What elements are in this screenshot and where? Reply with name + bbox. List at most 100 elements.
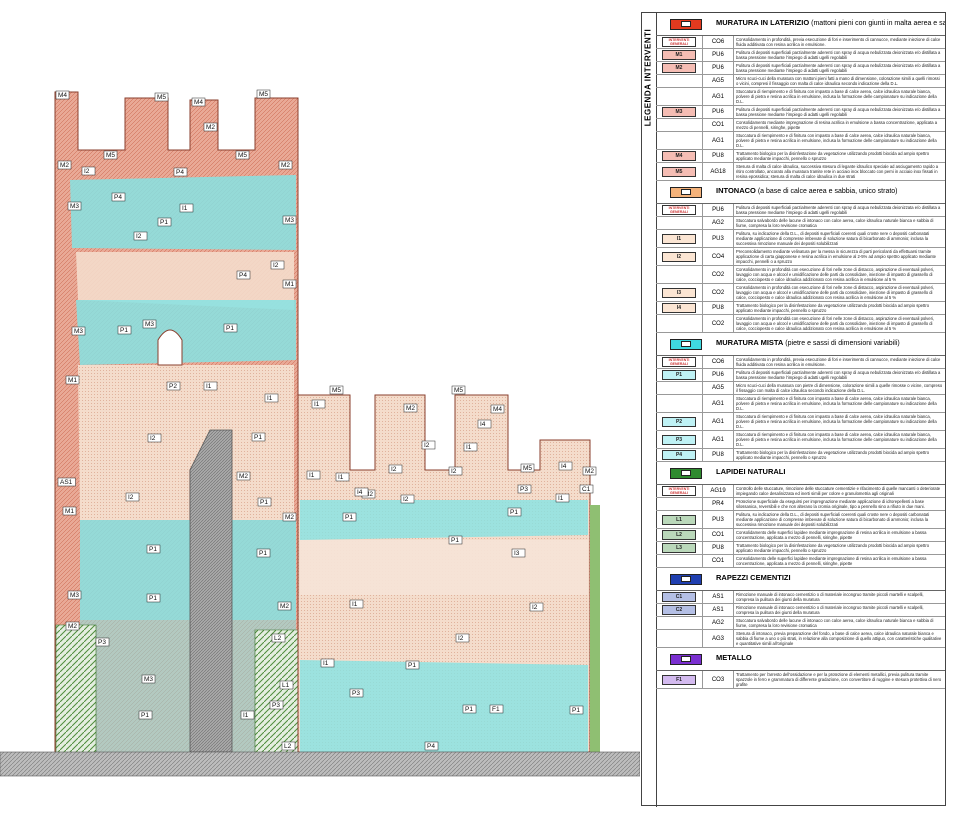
legend-row-swatch-cell: INTERVENTI GENERALI — [656, 36, 703, 48]
intervention-tag: M2 — [236, 471, 251, 481]
svg-text:I2: I2 — [424, 442, 430, 449]
legend-row-description: Pulitura di depositi superficiali parzia… — [736, 50, 941, 60]
svg-text:M5: M5 — [259, 91, 268, 98]
legend-row: AG1 Stuccatura di riempimento e di finitu… — [656, 132, 945, 150]
svg-text:I2: I2 — [451, 468, 457, 475]
svg-text:M5: M5 — [332, 387, 341, 394]
legend-section-swatch: M — [670, 19, 702, 30]
legend-row-swatch: M4 — [662, 151, 696, 161]
svg-text:P3: P3 — [352, 690, 360, 697]
svg-text:P1: P1 — [120, 327, 128, 334]
legend-panel: LEGENDA INTERVENTI M MURATURA IN LATERIZI… — [641, 12, 946, 807]
legend-row-swatch: I3 — [662, 287, 696, 298]
intervention-tag: P1 — [405, 660, 420, 670]
intervention-tag: I3 — [511, 548, 526, 558]
legend-row-code: AG19 — [703, 485, 734, 497]
svg-text:I3: I3 — [514, 550, 520, 557]
legend-row: M5 AG18 Stesura di malta di calce idraulic… — [656, 163, 945, 181]
svg-text:L2: L2 — [274, 635, 282, 642]
legend-row-swatch: P2 — [662, 416, 696, 427]
intervention-tag: M2 — [582, 466, 597, 476]
legend-row-swatch-cell: M3 — [656, 106, 703, 118]
legend-row: L2 CO1 Consolidamento delle superfici lapi… — [656, 529, 945, 542]
intervention-tag: I2 — [125, 492, 140, 502]
intervention-tag: M4 — [191, 97, 206, 107]
svg-text:I1: I1 — [206, 383, 212, 390]
intervention-tag: I2 — [448, 466, 463, 476]
legend-section-header: F METALLO — [656, 648, 945, 671]
legend-row-swatch-cell: M5 — [656, 163, 703, 180]
legend-row-description: Protezione superficiale da eseguirsi per… — [736, 499, 925, 509]
legend-row-description: Preconsolidamento mediante velinatura pe… — [736, 249, 936, 264]
legend-row-swatch-cell: M4 — [656, 150, 703, 162]
intervention-tag: M5 — [520, 463, 535, 473]
legend-row-swatch: F1 — [662, 674, 696, 685]
intervention-tag: P3 — [349, 688, 364, 698]
legend-section-header: C RAPEZZI CEMENTIZI — [656, 568, 945, 591]
legend-row-swatch-cell — [656, 382, 703, 394]
svg-text:I4: I4 — [480, 421, 486, 428]
svg-text:P1: P1 — [160, 219, 168, 226]
legend-row: F1 CO3 Trattamento per l'arresto dell'ossi… — [656, 671, 945, 689]
svg-text:M2: M2 — [406, 405, 415, 412]
svg-text:P1: P1 — [465, 706, 473, 713]
intervention-tag: M3 — [67, 590, 82, 600]
legend-row: P2 AG1 Stuccatura di riempimento e di fini… — [656, 413, 945, 431]
intervention-tag: M3 — [282, 215, 297, 225]
legend-row-description: Stuccatura salvabordo delle lacune di in… — [736, 618, 934, 628]
intervention-tag: M5 — [154, 92, 169, 102]
legend-row-swatch: INTERVENTI GENERALI — [662, 357, 696, 367]
legend-row-swatch-cell: P2 — [656, 413, 703, 430]
legend-row: M4 PU8 Trattamento biologico per la disinf… — [656, 150, 945, 163]
legend-row-description: Stuccatura di riempimento e di finitura … — [736, 432, 937, 447]
svg-text:M4: M4 — [194, 99, 203, 106]
curtain-wall — [297, 394, 600, 753]
svg-text:I2: I2 — [136, 233, 142, 240]
intervention-tag: L1 — [279, 680, 294, 690]
svg-text:I1: I1 — [267, 395, 273, 402]
intervention-tag: P3 — [95, 637, 110, 647]
svg-text:P1: P1 — [451, 537, 459, 544]
intervention-tag: M5 — [103, 150, 118, 160]
legend-row-swatch-cell: INTERVENTI GENERALI — [656, 204, 703, 216]
legend-row: M1 PU6 Pulitura di depositi superficiali p… — [656, 49, 945, 62]
intervention-tag: C1 — [579, 484, 594, 494]
svg-text:M3: M3 — [285, 217, 294, 224]
legend-row-description: Stuccatura di riempimento e di finitura … — [736, 414, 937, 429]
svg-text:M2: M2 — [585, 468, 594, 475]
legend-row: CO1 Consolidamento mediante impregnazione… — [656, 119, 945, 132]
intervention-tag: M5 — [256, 89, 271, 99]
svg-text:AS1: AS1 — [60, 479, 73, 486]
legend-row-description: Pulitura, su indicazione della D.L., di … — [736, 512, 930, 527]
svg-text:I2: I2 — [532, 604, 538, 611]
legend-row-description: Stuccatura salvabordo delle lacune di in… — [736, 218, 934, 228]
legend-row: I3 CO2 Consolidamento in profondità con es… — [656, 284, 945, 302]
legend-row: AG2 Stuccatura salvabordo delle lacune di… — [656, 217, 945, 230]
svg-text:M5: M5 — [238, 152, 247, 159]
svg-text:M2: M2 — [68, 623, 77, 630]
intervention-tag: M2 — [282, 512, 297, 522]
legend-row-code: AG3 — [703, 630, 734, 647]
svg-text:P1: P1 — [260, 499, 268, 506]
legend-row: INTERVENTI GENERALI CO6 Consolidamento in … — [656, 36, 945, 49]
intervention-tag: M5 — [329, 385, 344, 395]
intervention-tag: I2 — [529, 602, 544, 612]
intervention-tag: P1 — [146, 544, 161, 554]
legend-row-code: CO1 — [703, 119, 734, 131]
legend-row-code: CO2 — [703, 315, 734, 332]
intervention-tag: P1 — [117, 325, 132, 335]
svg-text:M3: M3 — [70, 203, 79, 210]
intervention-tag: P3 — [269, 700, 284, 710]
legend-row-description: Consolidamento delle superfici lapidee m… — [736, 530, 927, 540]
svg-text:P1: P1 — [408, 662, 416, 669]
legend-row-code: PU6 — [703, 106, 734, 118]
legend-row: P1 PU6 Pulitura di depositi superficiali p… — [656, 369, 945, 382]
svg-text:P1: P1 — [572, 707, 580, 714]
legend-row-swatch-cell: I2 — [656, 248, 703, 265]
legend-row-swatch-cell: L1 — [656, 511, 703, 528]
svg-text:M5: M5 — [157, 94, 166, 101]
legend-row-swatch: L3 — [662, 543, 696, 553]
intervention-tag: I1 — [320, 658, 335, 668]
intervention-tag: M2 — [277, 601, 292, 611]
legend-row-description: Controllo delle stuccature, rimozione de… — [736, 486, 941, 496]
